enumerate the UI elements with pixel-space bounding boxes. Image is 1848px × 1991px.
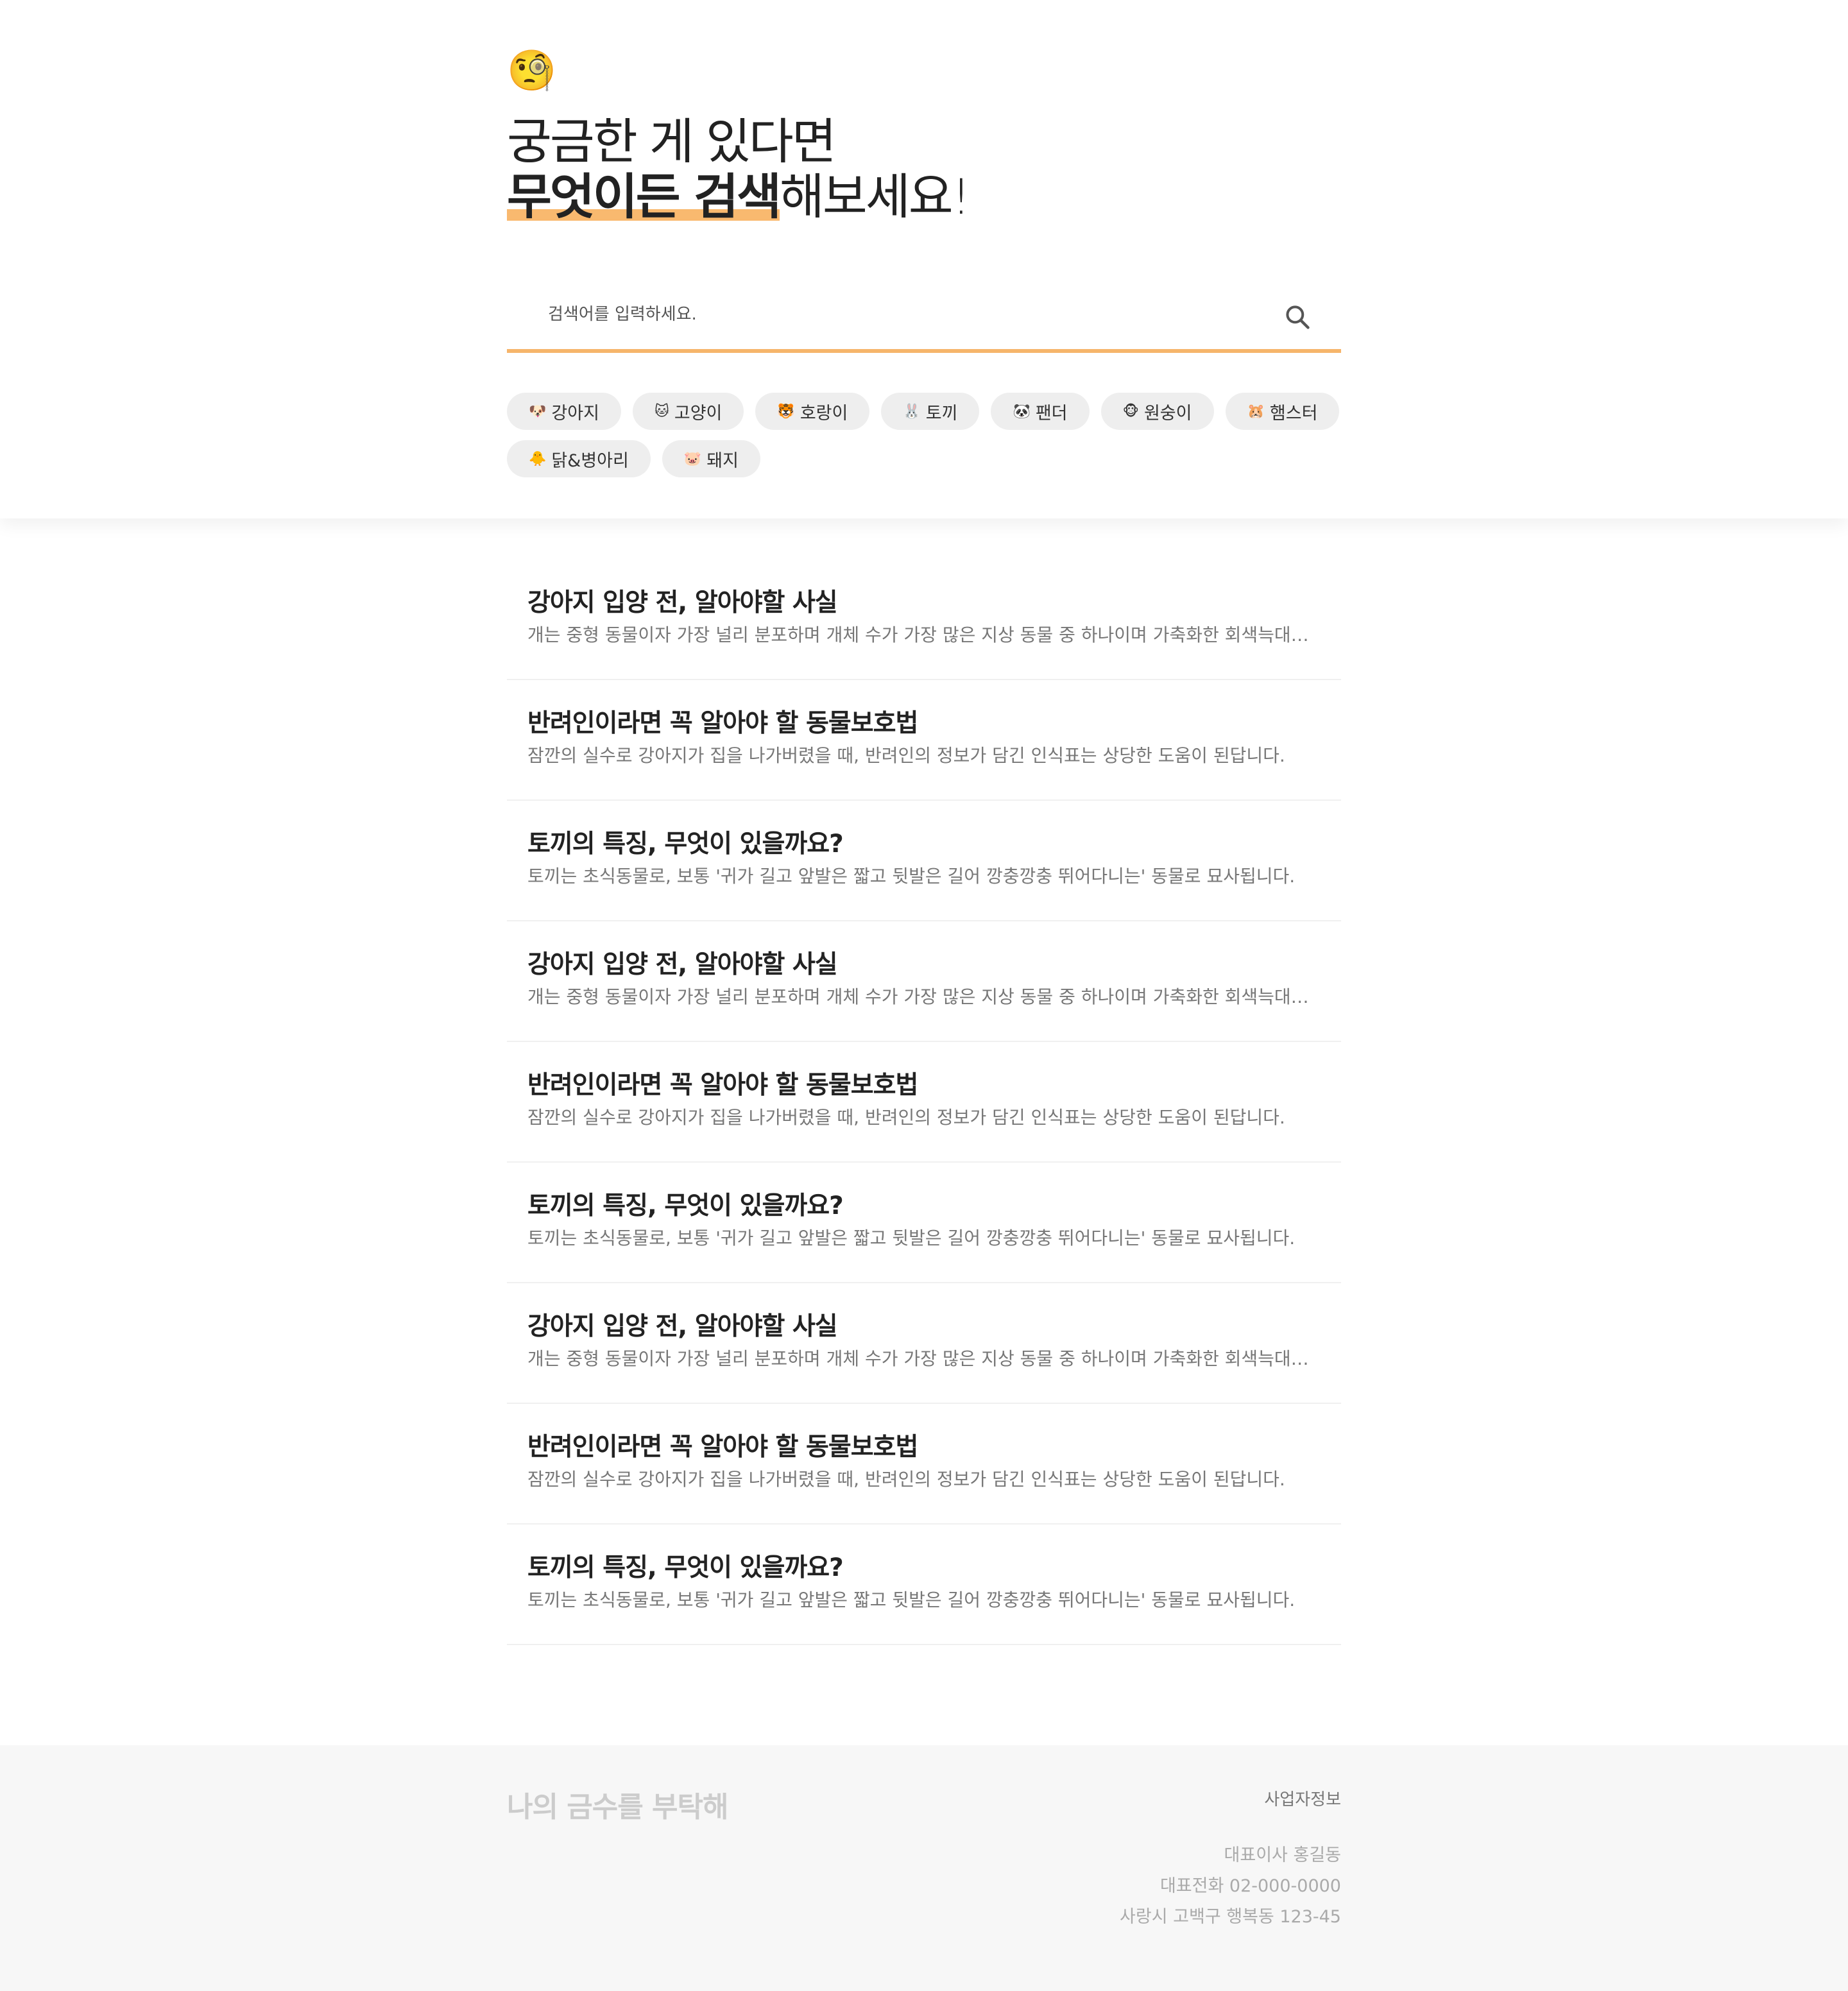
- category-chip[interactable]: 🐶 강아지: [507, 393, 621, 430]
- headline-highlight: 무엇이든 검색: [507, 168, 782, 225]
- article-item[interactable]: 토끼의 특징, 무엇이 있을까요? 토끼는 초식동물로, 보통 '귀가 길고 앞발…: [507, 1525, 1341, 1645]
- article-title: 토끼의 특징, 무엇이 있을까요?: [527, 830, 844, 859]
- headline-line1: 궁금한 게 있다면: [507, 113, 837, 170]
- chip-label: 닭&병아리: [551, 450, 629, 471]
- article-description: 잠깐의 실수로 강아지가 집을 나가버렸을 때, 반려인의 정보가 담긴 인식표…: [527, 745, 1285, 766]
- search-button[interactable]: [1279, 299, 1315, 335]
- category-chip[interactable]: 🐯 호랑이: [755, 393, 870, 430]
- animal-emoji-icon: 🐱: [654, 403, 669, 420]
- article-description: 잠깐의 실수로 강아지가 집을 나가버렸을 때, 반려인의 정보가 담긴 인식표…: [527, 1107, 1285, 1128]
- chip-label: 고양이: [674, 403, 723, 423]
- category-chip[interactable]: 🐹 햄스터: [1225, 393, 1340, 430]
- article-description: 토끼는 초식동물로, 보통 '귀가 길고 앞발은 짧고 뒷발은 길어 깡충깡충 …: [527, 1227, 1296, 1249]
- category-chip[interactable]: 🐰 토끼: [881, 393, 980, 430]
- headline-line2: 무엇이든 검색해보세요!: [507, 168, 971, 225]
- thinking-face-icon: 🧐: [507, 47, 557, 94]
- article-item[interactable]: 강아지 입양 전, 알아야할 사실개는 중형 동물이자 가장 널리 분포하며 개…: [507, 560, 1341, 680]
- page-footer: 나의 금수를 부탁해 사업자정보 대표이사 홍길동 대표전화 02-000-00…: [0, 1745, 1848, 1991]
- category-chip[interactable]: 🐼 팬더: [991, 393, 1090, 430]
- ceo-text: 대표이사 홍길동: [1224, 1845, 1341, 1865]
- article-title: 토끼의 특징, 무엇이 있을까요?: [527, 1192, 844, 1220]
- category-chips: 🐶 강아지 🐱 고양이 🐯 호랑이 🐰 토끼 🐼 팬더 🐵 원숭이 🐹 햄스터 🐥 닭&병아리 🐷 돼지: [507, 393, 1341, 477]
- phone-text: 대표전화 02-000-0000: [1159, 1876, 1341, 1896]
- category-chip[interactable]: 🐱 고양이: [632, 393, 744, 430]
- article-list: 강아지 입양 전, 알아야할 사실개는 중형 동물이자 가장 널리 분포하며 개…: [507, 560, 1341, 1645]
- animal-emoji-icon: 🐯: [777, 403, 795, 420]
- page-headline: 궁금한 게 있다면 무엇이든 검색해보세요!: [507, 113, 971, 225]
- animal-emoji-icon: 🐷: [683, 450, 702, 467]
- article-title: 반려인이라면 꼭 알아야 할 동물보호법: [527, 1433, 918, 1462]
- category-chip[interactable]: 🐵 원숭이: [1100, 393, 1214, 430]
- chip-label: 팬더: [1035, 403, 1068, 423]
- chip-label: 토끼: [925, 403, 958, 423]
- article-title: 반려인이라면 꼭 알아야 할 동물보호법: [527, 709, 918, 738]
- animal-emoji-icon: 🐶: [529, 403, 547, 420]
- chip-label: 원숭이: [1143, 403, 1192, 423]
- page-header: 🧐 궁금한 게 있다면 무엇이든 검색해보세요! 🐶강아지 🐱 고양이 🐯 호랑이 🐰토끼…: [0, 0, 1848, 518]
- category-chip[interactable]: 🐥 닭&병아리: [507, 440, 651, 477]
- address-text: 사랑시 고백구 행복동 123-45: [1120, 1907, 1341, 1927]
- article-description: 토끼는 초식동물로, 보통 '귀가 길고 앞발은 짧고 뒷발은 길어 깡충깡충 …: [527, 1589, 1296, 1611]
- animal-emoji-icon: 🐼: [1013, 403, 1031, 420]
- chip-label: 돼지: [706, 450, 739, 471]
- article-item[interactable]: 강아지 입양 전, 알아야할 사실개는 중형 동물이자 가장 널리 분포하며 개…: [507, 921, 1341, 1042]
- footer-logo[interactable]: 나의 금수를 부탁해: [507, 1784, 728, 1825]
- article-item[interactable]: 강아지 입양 전, 알아야할 사실개는 중형 동물이자 가장 널리 분포하며 개…: [507, 1283, 1341, 1404]
- article-title: 강아지 입양 전, 알아야할 사실: [527, 588, 838, 617]
- search-bar: [507, 282, 1341, 353]
- chip-label: 호랑이: [800, 403, 848, 423]
- animal-emoji-icon: 🐹: [1247, 403, 1265, 420]
- company-info: 대표이사 홍길동 대표전화 02-000-0000 사랑시 고백구 행복동 12…: [956, 1840, 1341, 1933]
- article-description: 개는 중형 동물이자 가장 널리 분포하며 개체 수가 가장 많은 지상 동물 …: [527, 624, 1321, 645]
- article-description: 잠깐의 실수로 강아지가 집을 나가버렸을 때, 반려인의 정보가 담긴 인식표…: [527, 1469, 1285, 1490]
- category-chip[interactable]: 🐷 돼지: [662, 440, 760, 477]
- chip-label: 햄스터: [1269, 403, 1318, 423]
- article-item[interactable]: 반려인이라면 꼭 알아야 할 동물보호법잠깐의 실수로 강아지가 집을 나가버렸…: [507, 680, 1341, 801]
- animal-emoji-icon: 🐵: [1122, 403, 1139, 420]
- article-item[interactable]: 반려인이라면 꼭 알아야 할 동물보호법잠깐의 실수로 강아지가 집을 나가버렸…: [507, 1042, 1341, 1163]
- article-description: 토끼는 초식동물로, 보통 '귀가 길고 앞발은 짧고 뒷발은 길어 깡충깡충 …: [527, 866, 1296, 887]
- animal-emoji-icon: 🐰: [903, 403, 921, 420]
- chip-label: 강아지: [551, 403, 599, 423]
- article-item[interactable]: 토끼의 특징, 무엇이 있을까요? 토끼는 초식동물로, 보통 '귀가 길고 앞발…: [507, 1163, 1341, 1283]
- article-item[interactable]: 토끼의 특징, 무엇이 있을까요? 토끼는 초식동물로, 보통 '귀가 길고 앞발…: [507, 801, 1341, 921]
- article-description: 개는 중형 동물이자 가장 널리 분포하며 개체 수가 가장 많은 지상 동물 …: [527, 986, 1321, 1007]
- article-title: 강아지 입양 전, 알아야할 사실: [527, 1312, 838, 1341]
- animal-emoji-icon: 🐥: [529, 450, 547, 467]
- search-icon: [1286, 305, 1310, 329]
- article-title: 토끼의 특징, 무엇이 있을까요?: [527, 1553, 844, 1582]
- search-input[interactable]: [507, 295, 1277, 334]
- headline-rest: 해보세요!: [779, 168, 971, 225]
- article-title: 강아지 입양 전, 알아야할 사실: [527, 950, 838, 979]
- article-title: 반려인이라면 꼭 알아야 할 동물보호법: [527, 1071, 918, 1100]
- article-description: 개는 중형 동물이자 가장 널리 분포하며 개체 수가 가장 많은 지상 동물 …: [527, 1348, 1321, 1369]
- article-item[interactable]: 반려인이라면 꼭 알아야 할 동물보호법잠깐의 실수로 강아지가 집을 나가버렸…: [507, 1404, 1341, 1525]
- business-info-link[interactable]: 사업자정보: [1149, 1786, 1341, 1810]
